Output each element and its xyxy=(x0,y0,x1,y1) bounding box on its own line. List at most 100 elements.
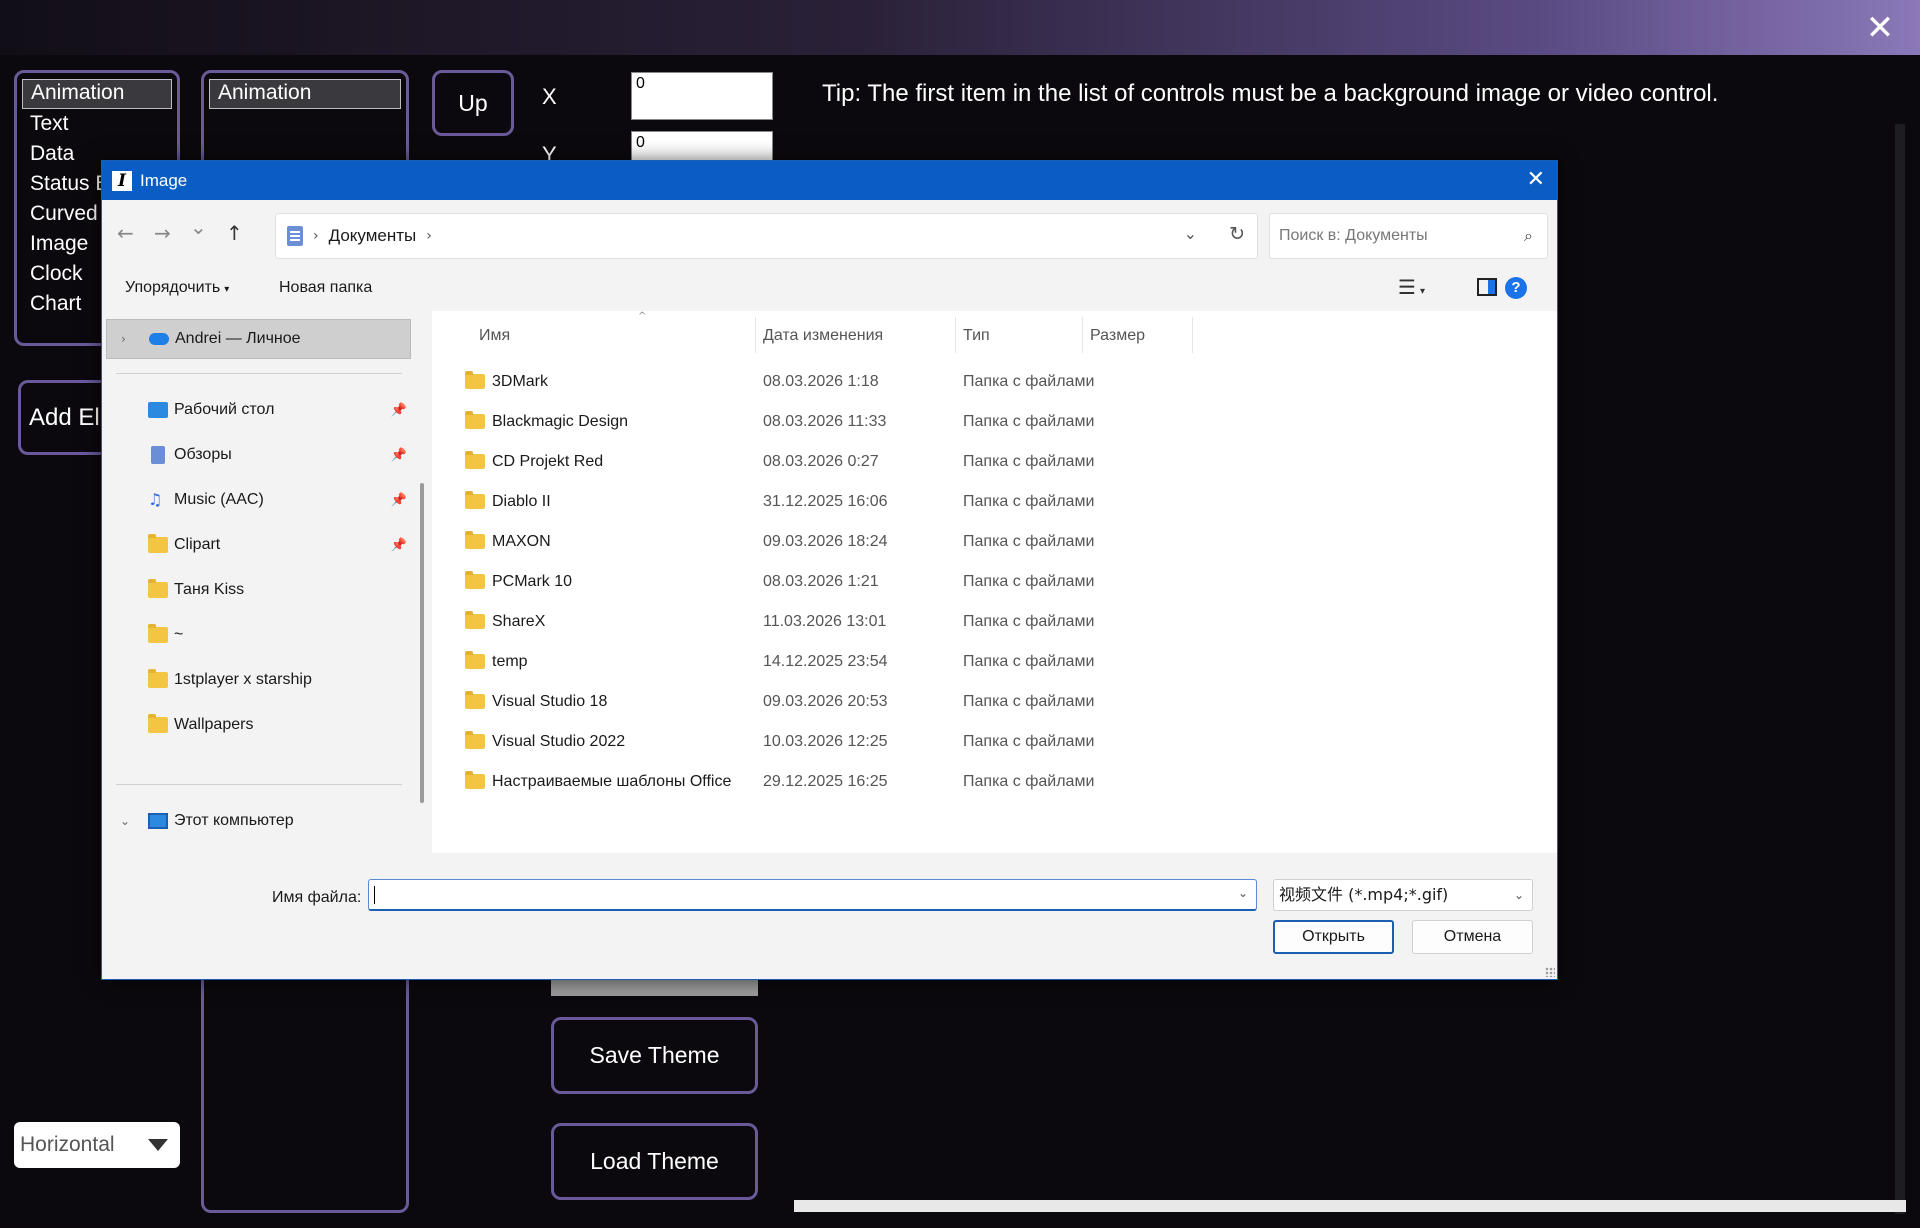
filetype-select[interactable]: 视频文件 (*.mp4;*.gif) ⌄ xyxy=(1273,879,1533,911)
folder-icon xyxy=(465,571,485,589)
nav-item-wallpapers[interactable]: Wallpapers xyxy=(106,705,411,745)
nav-item-folder[interactable]: 1stplayer x starship xyxy=(106,660,411,700)
nav-item-cloud[interactable]: › Andrei — Личное xyxy=(106,319,411,359)
nav-item-desktop[interactable]: Рабочий стол 📌 xyxy=(106,390,411,430)
file-row[interactable]: MAXON 09.03.2026 18:24 Папка с файлами xyxy=(432,522,1557,562)
file-type: Папка с файлами xyxy=(963,413,1095,430)
file-date: 08.03.2026 1:18 xyxy=(763,373,879,390)
help-icon[interactable]: ? xyxy=(1505,277,1527,299)
folder-icon xyxy=(148,669,168,688)
file-type: Папка с файлами xyxy=(963,373,1095,390)
column-divider[interactable] xyxy=(955,317,956,353)
pin-icon[interactable]: 📌 xyxy=(391,448,407,463)
horizontal-scrollbar[interactable] xyxy=(794,1200,1906,1212)
file-row[interactable]: temp 14.12.2025 23:54 Папка с файлами xyxy=(432,642,1557,682)
y-input[interactable]: 0 xyxy=(631,131,773,161)
dialog-footer: Имя файла: ⌄ 视频文件 (*.mp4;*.gif) ⌄ Открыт… xyxy=(102,853,1557,979)
save-theme-button[interactable]: Save Theme xyxy=(551,1017,758,1094)
search-input[interactable]: Поиск в: Документы ⌕ xyxy=(1269,213,1548,259)
nav-item-label: Music (AAC) xyxy=(174,491,264,508)
breadcrumb-chevron-icon[interactable]: › xyxy=(426,228,432,244)
chevron-down-icon[interactable]: ⌄ xyxy=(1238,886,1248,900)
nav-pane-scrollbar[interactable] xyxy=(420,483,424,803)
sort-ascending-icon: ^ xyxy=(638,311,647,322)
chevron-down-icon[interactable]: ⌄ xyxy=(120,814,130,828)
folder-icon xyxy=(465,691,485,709)
folder-icon xyxy=(465,731,485,749)
pin-icon[interactable]: 📌 xyxy=(391,493,407,508)
folder-icon xyxy=(465,371,485,389)
file-row[interactable]: 3DMark 08.03.2026 1:18 Папка с файлами xyxy=(432,362,1557,402)
file-type: Папка с файлами xyxy=(963,773,1095,790)
vertical-scrollbar[interactable] xyxy=(1895,124,1905,1214)
file-row[interactable]: PCMark 10 08.03.2026 1:21 Папка с файлами xyxy=(432,562,1557,602)
app-close-icon[interactable]: ✕ xyxy=(1860,8,1900,48)
file-date: 14.12.2025 23:54 xyxy=(763,653,888,670)
file-row[interactable]: Настраиваемые шаблоны Office 29.12.2025 1… xyxy=(432,762,1557,802)
nav-item-folder[interactable]: ~ xyxy=(106,615,411,655)
load-theme-button[interactable]: Load Theme xyxy=(551,1123,758,1200)
chevron-right-icon[interactable]: › xyxy=(121,332,126,346)
folder-icon xyxy=(148,534,168,553)
file-date: 09.03.2026 20:53 xyxy=(763,693,888,710)
x-label: X xyxy=(542,84,557,109)
resize-grip-icon[interactable] xyxy=(1545,967,1555,977)
column-header-size[interactable]: Размер xyxy=(1090,327,1145,345)
refresh-icon[interactable]: ↻ xyxy=(1229,223,1245,245)
pin-icon[interactable]: 📌 xyxy=(391,538,407,553)
filename-input[interactable]: ⌄ xyxy=(368,879,1257,911)
file-type: Папка с файлами xyxy=(963,493,1095,510)
file-row[interactable]: Visual Studio 18 09.03.2026 20:53 Папка с … xyxy=(432,682,1557,722)
pin-icon[interactable]: 📌 xyxy=(391,403,407,418)
file-type: Папка с файлами xyxy=(963,573,1095,590)
list-item[interactable]: Animation xyxy=(22,79,172,109)
file-date: 08.03.2026 1:21 xyxy=(763,573,879,590)
back-arrow-icon[interactable]: ← xyxy=(117,221,134,245)
chevron-down-icon[interactable]: ⌄ xyxy=(1184,224,1197,243)
file-name: MAXON xyxy=(492,533,551,550)
nav-item-reviews[interactable]: Обзоры 📌 xyxy=(106,435,411,475)
new-folder-button[interactable]: Новая папка xyxy=(279,279,372,297)
orientation-select[interactable]: Horizontal xyxy=(14,1122,180,1168)
open-button[interactable]: Открыть xyxy=(1273,920,1394,954)
file-row[interactable]: Visual Studio 2022 10.03.2026 12:25 Папка … xyxy=(432,722,1557,762)
address-bar[interactable]: › Документы › ⌄ ↻ xyxy=(275,213,1258,259)
file-row[interactable]: Blackmagic Design 08.03.2026 11:33 Папка с… xyxy=(432,402,1557,442)
nav-item-music[interactable]: ♫ Music (AAC) 📌 xyxy=(106,480,411,520)
file-name: 3DMark xyxy=(492,373,549,390)
file-name: Visual Studio 18 xyxy=(492,693,608,710)
slider-track[interactable] xyxy=(551,980,758,996)
file-name: Blackmagic Design xyxy=(492,413,629,430)
x-input[interactable]: 0 xyxy=(631,72,773,120)
nav-item-this-pc[interactable]: ⌄ Этот компьютер xyxy=(106,801,411,841)
recent-locations-icon[interactable]: ⌄ xyxy=(190,215,207,239)
view-options-icon[interactable]: ☰ ▾ xyxy=(1398,275,1425,299)
preview-pane-icon[interactable] xyxy=(1477,278,1497,296)
list-item[interactable]: Text xyxy=(22,109,172,139)
dialog-title: Image xyxy=(140,170,188,190)
up-arrow-icon[interactable]: ↑ xyxy=(226,221,243,245)
up-button[interactable]: Up xyxy=(432,70,514,136)
nav-item-clipart[interactable]: Clipart 📌 xyxy=(106,525,411,565)
column-header-name[interactable]: Имя xyxy=(479,327,510,345)
column-divider[interactable] xyxy=(755,317,756,353)
nav-item-folder[interactable]: Таня Kiss xyxy=(106,570,411,610)
breadcrumb-chevron-icon[interactable]: › xyxy=(313,228,319,244)
folder-icon xyxy=(465,411,485,429)
column-divider[interactable] xyxy=(1082,317,1083,353)
column-header-date[interactable]: Дата изменения xyxy=(763,327,883,345)
organize-button[interactable]: Упорядочить ▾ xyxy=(125,279,229,297)
file-row[interactable]: Diablo II 31.12.2025 16:06 Папка с файлами xyxy=(432,482,1557,522)
list-item[interactable]: Animation xyxy=(209,79,401,109)
dialog-close-icon[interactable]: ✕ xyxy=(1527,167,1545,192)
add-element-label: Add El xyxy=(29,403,100,431)
column-header-type[interactable]: Тип xyxy=(963,327,990,345)
cancel-button[interactable]: Отмена xyxy=(1412,920,1533,954)
file-row[interactable]: ShareX 11.03.2026 13:01 Папка с файлами xyxy=(432,602,1557,642)
computer-icon xyxy=(148,813,168,829)
file-row[interactable]: CD Projekt Red 08.03.2026 0:27 Папка с фай… xyxy=(432,442,1557,482)
forward-arrow-icon[interactable]: → xyxy=(154,221,171,245)
column-divider[interactable] xyxy=(1192,317,1193,353)
breadcrumb-documents[interactable]: Документы xyxy=(329,226,417,246)
nav-item-label: ~ xyxy=(174,626,184,643)
